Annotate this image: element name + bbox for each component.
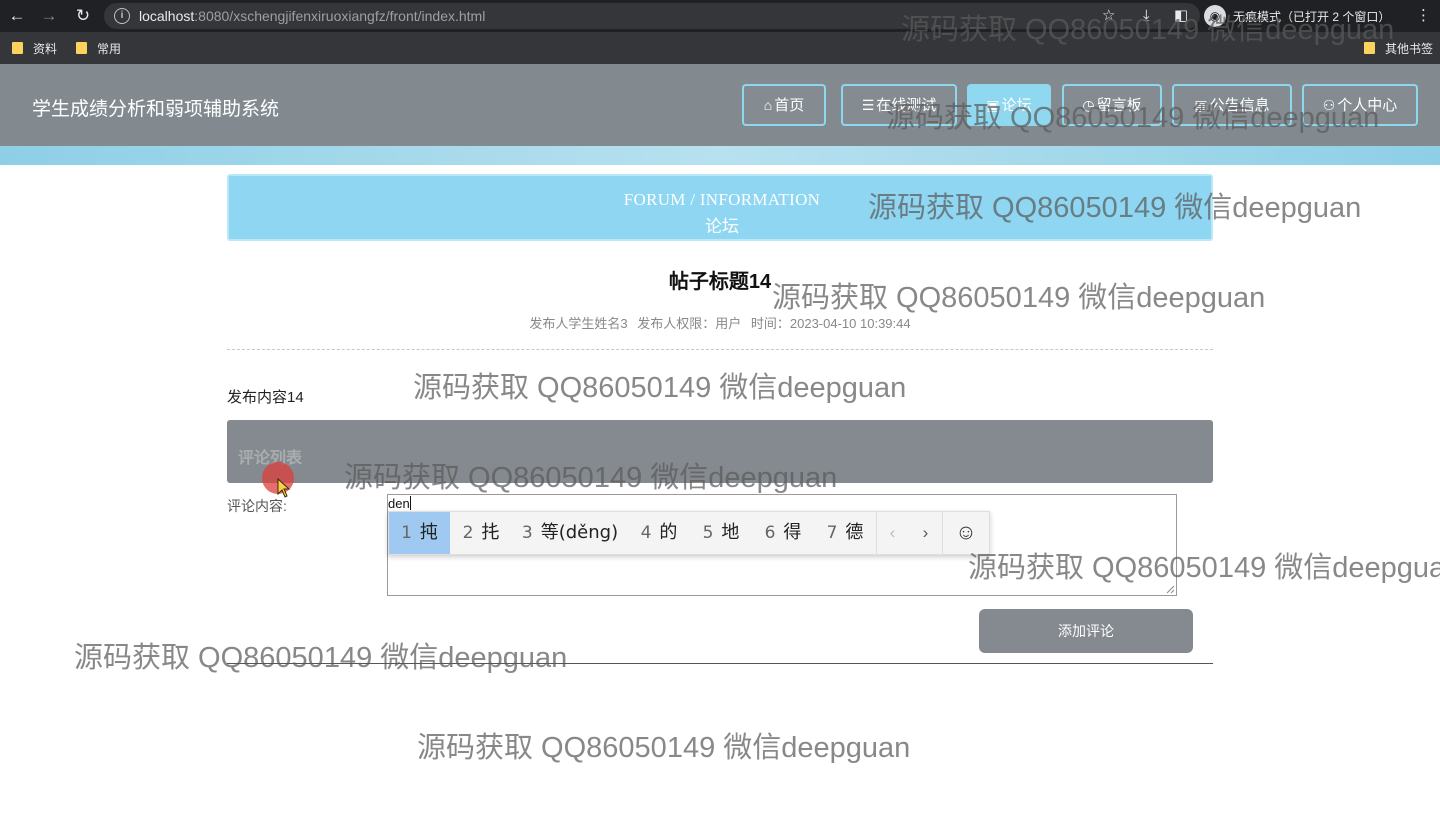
nav-message-board[interactable]: ◷ 留言板 [1062, 84, 1162, 126]
ime-candidate[interactable]: 6得 [752, 512, 814, 554]
reload-icon[interactable]: ↻ [72, 5, 94, 27]
clock-icon: ◷ [1082, 97, 1095, 113]
nav-user-center[interactable]: ⚇ 个人中心 [1302, 84, 1418, 126]
divider [227, 349, 1213, 350]
ime-candidate[interactable]: 5地 [690, 512, 752, 554]
post-meta: 发布人学生姓名3 发布人权限：用户 时间：2023-04-10 10:39:44 [227, 313, 1213, 332]
post-content: 发布内容14 [227, 389, 304, 406]
nav-home[interactable]: ⌂ 首页 [742, 84, 826, 126]
url-text[interactable]: localhost:8080/xschengjifenxiruoxiangfz/… [139, 8, 485, 24]
banner-title-zh: 论坛 [705, 217, 739, 236]
add-comment-button[interactable]: 添加评论 [979, 609, 1193, 653]
ime-emoji-icon[interactable]: ☺ [943, 512, 989, 554]
ime-candidate[interactable]: 3 等(děng) [512, 512, 628, 554]
mouse-cursor-icon [277, 478, 291, 498]
ime-prev-page-icon[interactable]: ‹ [876, 512, 909, 554]
comment-content-label: 评论内容: [227, 498, 287, 514]
text-caret [409, 496, 411, 510]
folder-icon [12, 42, 23, 54]
back-icon[interactable]: ← [6, 5, 28, 27]
ime-candidate[interactable]: 2扥 [450, 512, 512, 554]
bookmark-folder-other[interactable]: 其他书签 [1364, 40, 1433, 57]
ime-candidate[interactable]: 1扽 [389, 512, 450, 554]
nav-online-test[interactable]: ☰ 在线测试 [841, 84, 957, 126]
post-time: 时间：2023-04-10 10:39:44 [750, 316, 911, 331]
bookmarks-bar: 资料 常用 其他书签 [0, 32, 1440, 64]
divider [227, 663, 1213, 664]
forum-banner: FORUM / INFORMATION 论坛 [227, 174, 1213, 241]
resize-grip-icon[interactable] [1166, 585, 1175, 594]
address-bar[interactable]: i localhost:8080/xschengjifenxiruoxiangf… [104, 3, 1200, 29]
ime-candidate[interactable]: 7德 [814, 512, 876, 554]
nav-forum[interactable]: ▣ 论坛 [967, 84, 1051, 126]
bookmark-folder-changyong[interactable]: 常用 [76, 40, 121, 57]
sidepanel-icon[interactable]: ◧ [1174, 6, 1188, 26]
comment-typed-text: den [388, 496, 410, 511]
incognito-indicator[interactable]: ◉ 无痕模式（已打开 2 个窗口） [1204, 4, 1404, 28]
menu-dots-icon[interactable]: ⋮ [1416, 6, 1431, 26]
folder-icon [76, 42, 87, 54]
browser-toolbar: ← → ↻ i localhost:8080/xschengjifenxiruo… [0, 0, 1440, 32]
ime-candidate[interactable]: 4的 [628, 512, 690, 554]
notice-icon: ▤ [1194, 97, 1208, 113]
bookmark-folder-ziliao[interactable]: 资料 [12, 40, 57, 57]
list-icon: ☰ [861, 97, 875, 113]
site-info-icon[interactable]: i [114, 8, 130, 24]
header-stripe [0, 146, 1440, 165]
post-author: 发布人学生姓名3 [529, 316, 628, 331]
banner-title-en: FORUM / INFORMATION [623, 190, 821, 209]
ime-candidate-panel: 1扽 2扥 3 等(děng) 4的 5地 6得 7德 ‹ › ☺ [388, 511, 990, 555]
post-role: 发布人权限：用户 [637, 316, 742, 331]
user-icon: ⚇ [1322, 97, 1336, 113]
download-icon[interactable]: ⤓ [1143, 6, 1150, 26]
watermark-text: 源码获取 QQ86050149 微信deepguan [74, 642, 568, 674]
comment-list-header: 评论列表 [227, 420, 1213, 483]
site-title: 学生成绩分析和弱项辅助系统 [32, 99, 280, 120]
folder-icon [1364, 42, 1375, 54]
home-icon: ⌂ [763, 97, 773, 113]
forum-icon: ▣ [986, 97, 1000, 113]
watermark-text: 源码获取 QQ86050149 微信deepguan [413, 372, 907, 404]
bookmark-star-icon[interactable]: ☆ [1102, 6, 1115, 26]
watermark-text: 源码获取 QQ86050149 微信deepguan [417, 732, 911, 764]
post-title: 帖子标题14 [668, 271, 772, 293]
incognito-label: 无痕模式（已打开 2 个窗口） [1233, 10, 1391, 24]
incognito-icon: ◉ [1204, 5, 1226, 27]
forward-icon[interactable]: → [38, 5, 60, 27]
nav-announcements[interactable]: ▤ 公告信息 [1172, 84, 1292, 126]
ime-next-page-icon[interactable]: › [909, 512, 942, 554]
